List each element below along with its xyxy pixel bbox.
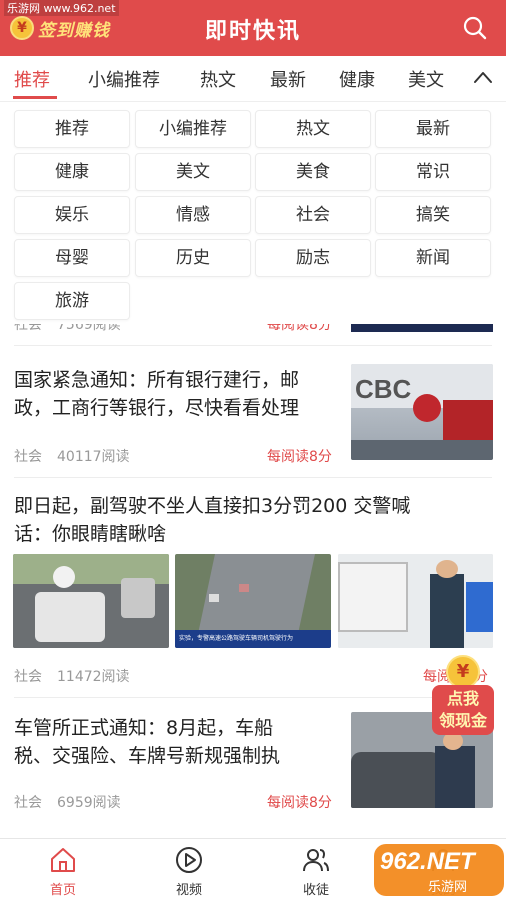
category-item[interactable]: 小编推荐 [135,110,251,148]
tab-hot[interactable]: 热文 [200,66,236,92]
article-title: 国家紧急通知：所有银行建行，邮 政，工商行等银行，尽快看看处理 [14,366,344,422]
category-item[interactable]: 励志 [255,239,371,277]
article-item[interactable]: 即日起，副驾驶不坐人直接扣3分罚200 交警喊 话：你眼睛瞎瞅啥 实验，专警高速… [0,480,506,690]
article-category: 社会 [14,795,42,811]
article-image-police-motorcycles [13,554,169,648]
article-category: 社会 [14,669,42,685]
badge-subtext: 乐游网 [428,880,468,895]
divider [14,477,492,478]
article-title-line: 车管所正式通知：8月起，车船 [14,717,274,739]
image-caption: 实验，专警高速公路驾驶车辆司机驾驶行为 [179,635,294,642]
article-title: 即日起，副驾驶不坐人直接扣3分罚200 交警喊 话：你眼睛瞎瞅啥 [14,492,494,548]
category-tabbar: 推荐 小编推荐 热文 最新 健康 美文 [0,56,506,102]
nav-label: 收徒 [302,883,329,898]
article-item[interactable]: 国家紧急通知：所有银行建行，邮 政，工商行等银行，尽快看看处理 社会 40117… [0,352,506,472]
category-item[interactable]: 历史 [135,239,251,277]
watermark-badge: 962.NET 乐游网 [366,838,506,900]
search-icon[interactable] [462,15,488,41]
category-item[interactable]: 新闻 [375,239,491,277]
nav-label: 首页 [49,883,76,898]
chevron-up-icon[interactable] [472,67,494,89]
nav-label: 视频 [175,883,202,898]
article-title-line: 政，工商行等银行，尽快看看处理 [14,397,300,419]
tab-latest[interactable]: 最新 [270,66,306,92]
article-title-line: 国家紧急通知：所有银行建行，邮 [14,369,300,391]
category-item[interactable]: 美食 [255,153,371,191]
article-reads: 11472阅读 [57,669,130,685]
category-item[interactable]: 娱乐 [14,196,130,234]
nav-home[interactable]: 首页 [28,845,98,898]
category-item[interactable]: 健康 [14,153,130,191]
article-thumbnail: CBC [351,364,493,460]
tab-essay[interactable]: 美文 [408,66,444,92]
article-reward: 每阅读8分 [267,449,332,465]
category-item[interactable]: 情感 [135,196,251,234]
category-item[interactable]: 搞笑 [375,196,491,234]
divider [14,345,492,346]
users-icon [303,849,329,872]
category-item[interactable]: 母婴 [14,239,130,277]
category-item[interactable]: 社会 [255,196,371,234]
nav-apprentice[interactable]: 收徒 [281,845,351,898]
category-item[interactable]: 推荐 [14,110,130,148]
promo-line: 点我 [446,689,479,708]
home-icon [51,848,75,872]
article-category: 社会 [14,449,42,465]
category-item[interactable]: 旅游 [14,282,130,320]
coin-icon: ¥ [446,655,480,689]
article-title: 车管所正式通知：8月起，车船 税、交强险、车牌号新规强制执 [14,714,344,770]
category-item[interactable]: 最新 [375,110,491,148]
bank-sign-text: CBC [355,374,412,404]
promo-line: 领现金 [438,711,487,730]
article-reads: 6959阅读 [57,795,121,811]
video-icon [176,847,202,873]
article-title-line: 话：你眼睛瞎瞅啥 [14,523,167,545]
article-image-highway: 实验，专警高速公路驾驶车辆司机驾驶行为 [175,554,331,648]
badge-text: 962.NET [380,848,475,875]
article-title-line: 税、交强险、车牌号新规强制执 [14,745,281,767]
active-tab-indicator [13,96,57,99]
app-title: 即时快讯 [204,19,301,44]
category-item[interactable]: 美文 [135,153,251,191]
divider [14,697,492,698]
nav-video[interactable]: 视频 [154,845,224,898]
app-header: 乐游网 www.962.net ¥ 签到赚钱 即时快讯 [0,0,506,56]
article-reward: 每阅读8分 [267,795,332,811]
tab-editor-pick[interactable]: 小编推荐 [88,66,160,92]
category-item[interactable]: 热文 [255,110,371,148]
category-panel: 推荐 小编推荐 热文 最新 健康 美文 美食 常识 娱乐 情感 社会 搞笑 母婴… [0,102,506,324]
article-item[interactable]: 车管所正式通知：8月起，车船 税、交强险、车牌号新规强制执 社会 6959阅读 … [0,700,506,830]
category-item[interactable]: 常识 [375,153,491,191]
article-title-line: 即日起，副驾驶不坐人直接扣3分罚200 交警喊 [14,495,411,517]
tab-recommend[interactable]: 推荐 [14,66,50,92]
article-image-traffic-police [338,554,493,648]
tab-health[interactable]: 健康 [339,66,375,92]
bank-logo-icon [413,394,441,422]
article-reads: 40117阅读 [57,449,130,465]
promo-cash-badge[interactable]: ¥ 点我 领现金 [432,655,494,741]
